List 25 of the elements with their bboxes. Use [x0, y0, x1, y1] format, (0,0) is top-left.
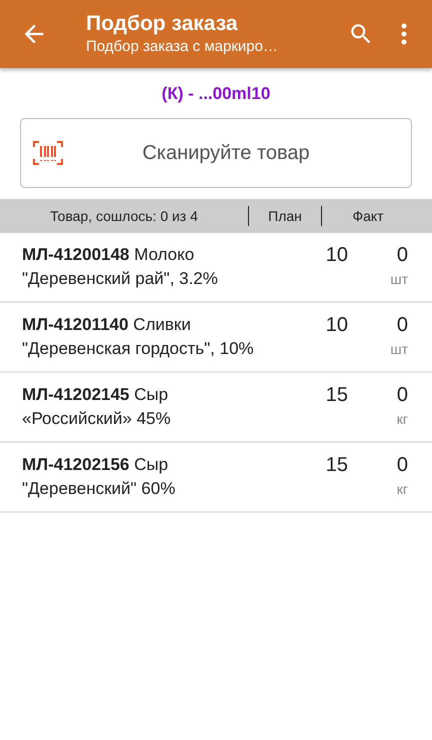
product-name: МЛ-41200148 Молоко "Деревенский рай", 3.2% — [22, 244, 219, 290]
screen-subtitle: Подбор заказа с маркиро… — [86, 37, 279, 57]
product-name: МЛ-41201140 Сливки "Деревенская гордость", 10% — [22, 314, 254, 360]
plan-quantity: 10 — [324, 243, 348, 268]
more-icon[interactable] — [400, 22, 408, 46]
column-header: План — [267, 208, 303, 224]
product-name: МЛ-41202145 Сыр «Российский» 45% — [22, 384, 172, 430]
plan-quantity: 10 — [324, 313, 348, 338]
unit-label: кг — [396, 481, 408, 497]
unit-label: шт — [390, 271, 408, 287]
unit-label: шт — [390, 341, 408, 357]
fact-quantity: 0 — [396, 383, 408, 407]
product-name: МЛ-41202156 Сыр "Деревенский" 60% — [22, 454, 176, 500]
column-header: Факт — [351, 208, 385, 224]
fact-quantity: 0 — [396, 453, 408, 477]
scan-field[interactable]: Сканируйте товар — [20, 118, 412, 188]
order-code: (К) - ...00ml10 — [160, 84, 272, 104]
plan-quantity: 15 — [324, 383, 348, 408]
unit-label: кг — [396, 411, 408, 427]
fact-quantity: 0 — [396, 243, 408, 267]
fact-quantity: 0 — [396, 313, 408, 337]
screen-title: Подбор заказа — [86, 11, 239, 37]
column-header: Товар, сошлось: 0 из 4 — [49, 208, 199, 224]
barcode-icon — [33, 141, 63, 165]
plan-quantity: 15 — [324, 453, 348, 478]
